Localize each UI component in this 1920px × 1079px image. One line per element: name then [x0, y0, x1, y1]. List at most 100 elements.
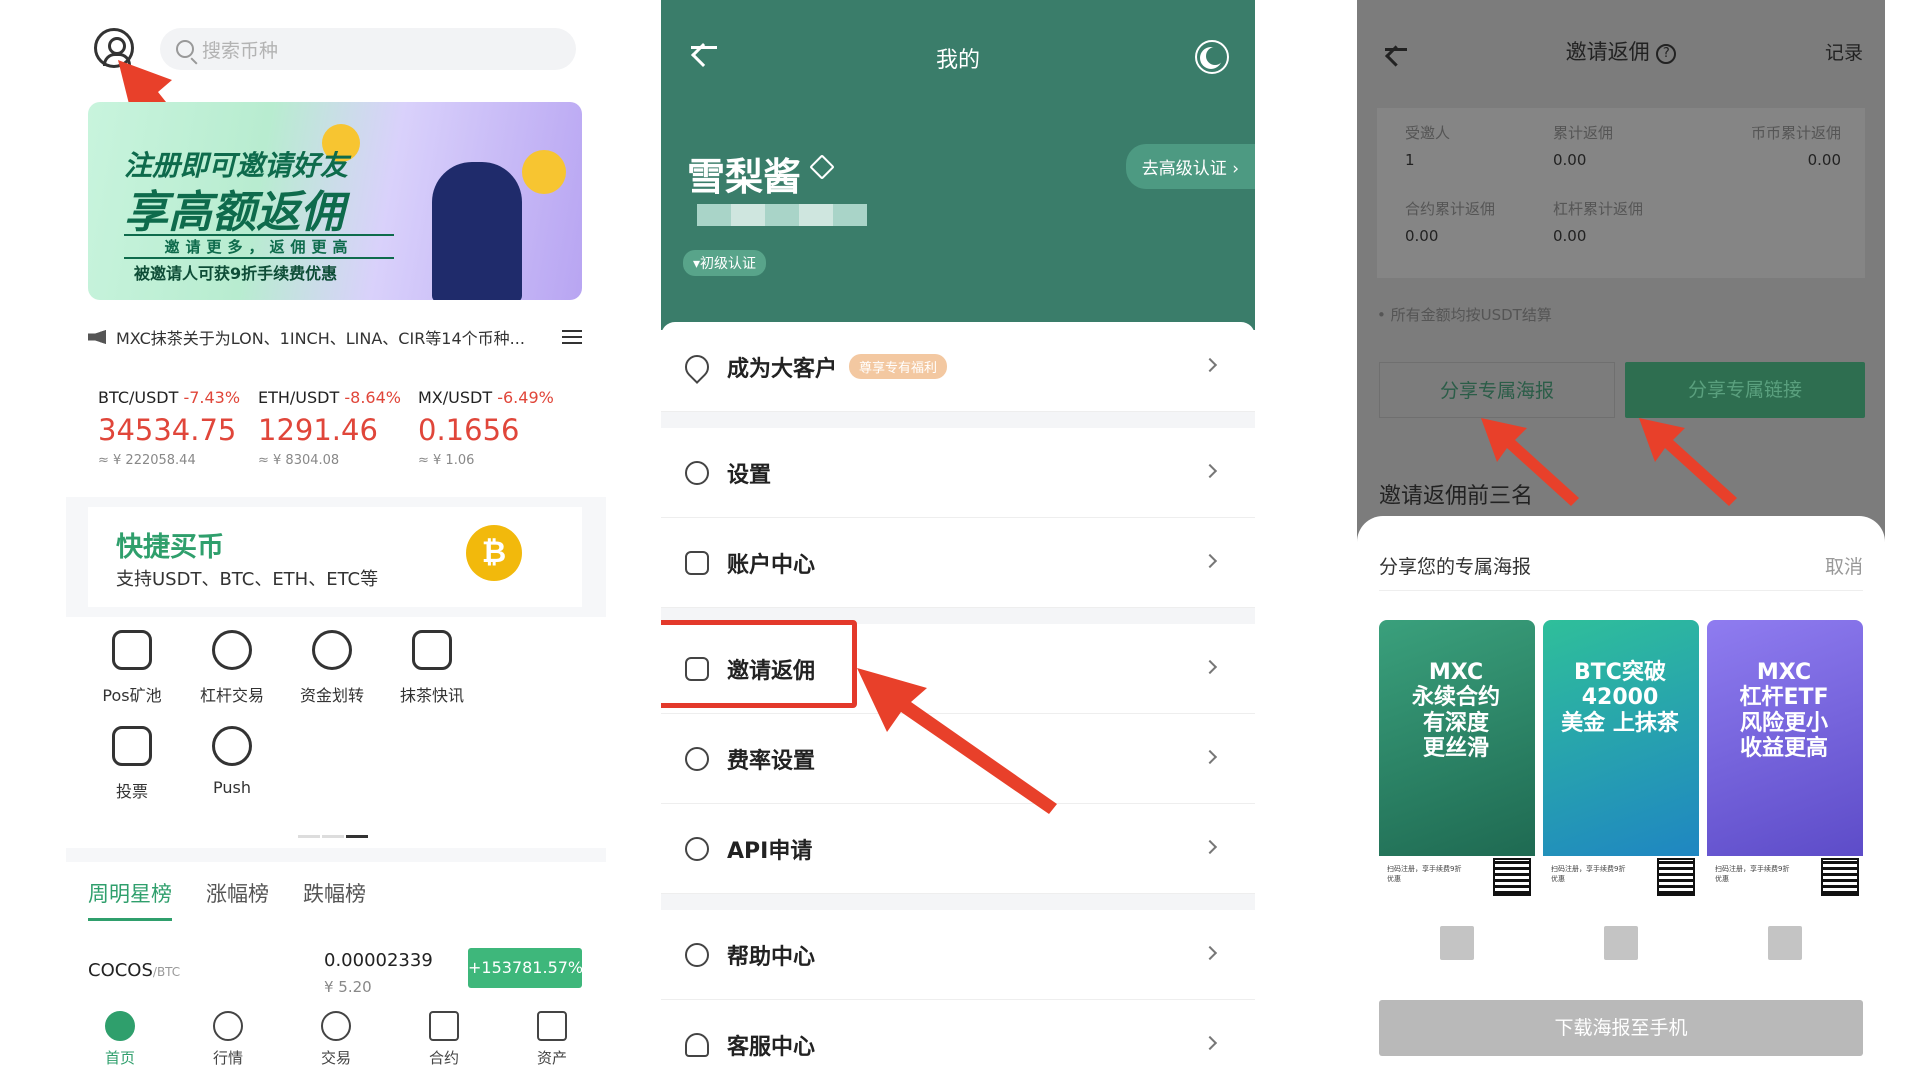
- promo-banner[interactable]: 注册即可邀请好友 享高额返佣 邀请更多，返佣更高 被邀请人可获9折手续费优惠: [88, 102, 582, 300]
- profile-screen: 我的 雪梨酱 ▾初级认证 去高级认证 › 成为大客户 尊享专有福利 设置 账户中…: [661, 0, 1255, 1079]
- nav-market[interactable]: 行情: [212, 1011, 243, 1068]
- ticker-btc[interactable]: BTC/USDT -7.43% 34534.75 ≈ ¥ 222058.44: [98, 388, 258, 478]
- banner-line3: 邀请更多，返佣更高: [124, 234, 394, 259]
- stat-invitees: 受邀人 1: [1405, 122, 1450, 169]
- share-link-button[interactable]: 分享专属链接: [1625, 362, 1865, 418]
- ticker-mx[interactable]: MX/USDT -6.49% 0.1656 ≈ ¥ 1.06: [418, 388, 578, 478]
- push-icon: [212, 726, 252, 766]
- moon-icon[interactable]: [1195, 40, 1229, 74]
- poster-checkbox-1[interactable]: [1440, 926, 1474, 960]
- profile-header: 我的 雪梨酱 ▾初级认证 去高级认证 ›: [661, 0, 1255, 330]
- qr-code-icon: [1657, 858, 1695, 896]
- poster-checkbox-2[interactable]: [1604, 926, 1638, 960]
- speaker-icon: [88, 330, 106, 344]
- ticker-cny: ≈ ¥ 222058.44: [98, 453, 196, 468]
- market-tickers: BTC/USDT -7.43% 34534.75 ≈ ¥ 222058.44 E…: [98, 388, 578, 478]
- grid-item-news[interactable]: 抹茶快讯: [382, 630, 482, 706]
- grid-label: Pos矿池: [102, 686, 162, 705]
- menu-label: 设置: [727, 462, 772, 488]
- grid-item-margin[interactable]: 杠杆交易: [182, 630, 282, 706]
- title-text: 邀请返佣: [1565, 40, 1650, 64]
- poster-footer: 扫码注册，享手续费9折优惠: [1387, 865, 1462, 883]
- menu-item-support[interactable]: 客服中心: [661, 1000, 1255, 1079]
- share-poster-button[interactable]: 分享专属海报: [1379, 362, 1615, 418]
- stat-label: 合约累计返佣: [1405, 200, 1496, 218]
- quick-buy-card[interactable]: 快捷买币 支持USDT、BTC、ETH、ETC等 ₿: [88, 507, 582, 607]
- ranking-tabs: 周明星榜 涨幅榜 跌幅榜: [88, 878, 366, 921]
- download-poster-button[interactable]: 下载海报至手机: [1379, 1000, 1863, 1056]
- page-title: 我的: [935, 48, 980, 73]
- ticker-pair: ETH/USDT: [258, 388, 340, 407]
- records-link[interactable]: 记录: [1825, 38, 1863, 65]
- stat-label: 受邀人: [1405, 124, 1451, 142]
- advanced-verification-button[interactable]: 去高级认证 ›: [1125, 144, 1255, 189]
- stat-value: 0.00: [1553, 151, 1587, 169]
- poster-option-1[interactable]: MXC 永续合约 有深度 更丝滑 扫码注册，享手续费9折优惠: [1379, 620, 1535, 914]
- page-title: 邀请返佣 ?: [1357, 36, 1885, 66]
- bottom-nav: 首页 行情 交易 合约 资产: [66, 1000, 606, 1079]
- chevron-right-icon: [1202, 1035, 1218, 1051]
- row-symbol: COCOS/BTC: [88, 960, 180, 981]
- row-name: COCOS: [88, 960, 153, 981]
- grid-item-transfer[interactable]: 资金划转: [282, 630, 382, 706]
- banner-line4: 被邀请人可获9折手续费优惠: [134, 264, 338, 283]
- piggy-bank-icon: [112, 630, 152, 670]
- grid-item-vote[interactable]: 投票: [82, 726, 182, 802]
- nav-contract[interactable]: 合约: [428, 1011, 459, 1068]
- poster-checkbox-3[interactable]: [1768, 926, 1802, 960]
- nav-home[interactable]: 首页: [104, 1011, 135, 1068]
- rate-icon: [685, 746, 709, 771]
- headset-icon: [685, 1032, 709, 1057]
- tab-weekly-stars[interactable]: 周明星榜: [88, 878, 172, 921]
- feature-grid: Pos矿池 杠杆交易 资金划转 抹茶快讯 投票 Push: [66, 630, 606, 820]
- chevron-right-icon: [1202, 945, 1218, 961]
- poster-option-2[interactable]: BTC突破 42000 美金 上抹茶 扫码注册，享手续费9折优惠: [1543, 620, 1699, 914]
- quick-buy-title: 快捷买币: [116, 532, 224, 563]
- nav-assets[interactable]: 资产: [536, 1011, 567, 1068]
- nav-label: 行情: [212, 1049, 243, 1067]
- menu-item-help[interactable]: 帮助中心: [661, 910, 1255, 1000]
- cancel-button[interactable]: 取消: [1825, 552, 1863, 579]
- ticker-change: -7.43%: [183, 388, 241, 407]
- news-ticker[interactable]: MXC抹茶关于为LON、1INCH、LINA、CIR等14个币种...: [88, 322, 582, 352]
- chevron-right-icon: [1202, 659, 1218, 675]
- grid-label: 杠杆交易: [199, 686, 264, 705]
- ticker-eth[interactable]: ETH/USDT -8.64% 1291.46 ≈ ¥ 8304.08: [258, 388, 418, 478]
- ticker-change: -8.64%: [344, 388, 401, 407]
- menu-item-api[interactable]: API申请: [661, 804, 1255, 894]
- kyc-label: 去高级认证 ›: [1141, 159, 1239, 179]
- banner-line2: 享高额返佣: [124, 187, 344, 238]
- tab-losers[interactable]: 跌幅榜: [303, 878, 366, 921]
- menu-item-account[interactable]: 账户中心: [661, 518, 1255, 608]
- stat-label: 杠杆累计返佣: [1553, 200, 1644, 218]
- table-row[interactable]: COCOS/BTC 0.00002339 ¥ 5.20 +153781.57%: [88, 948, 583, 1008]
- menu-item-settings[interactable]: 设置: [661, 428, 1255, 518]
- menu-item-vip[interactable]: 成为大客户 尊享专有福利: [661, 322, 1255, 412]
- sheet-title: 分享您的专属海报: [1379, 556, 1532, 578]
- poster-option-3[interactable]: MXC 杠杆ETF 风险更小 收益更高 扫码注册，享手续费9折优惠: [1707, 620, 1863, 914]
- username: 雪梨酱: [687, 155, 802, 199]
- ticker-price: 1291.46: [258, 413, 378, 447]
- tab-gainers[interactable]: 涨幅榜: [206, 878, 269, 921]
- search-input[interactable]: 搜索币种: [160, 28, 576, 70]
- gear-icon: [685, 460, 709, 485]
- exchange-icon: [320, 1011, 351, 1041]
- nav-trade[interactable]: 交易: [320, 1011, 351, 1068]
- stat-label: 币币累计返佣: [1750, 124, 1841, 142]
- search-icon: [176, 40, 194, 58]
- poster-art: BTC突破 42000 美金 上抹茶: [1543, 620, 1699, 856]
- grid-item-pos[interactable]: Pos矿池: [82, 630, 182, 706]
- link-icon: [685, 836, 709, 861]
- edit-pencil-icon[interactable]: [809, 154, 835, 180]
- menu-label: 成为大客户: [727, 356, 838, 382]
- nav-label: 首页: [104, 1049, 135, 1067]
- home-screen: 搜索币种 注册即可邀请好友 享高额返佣 邀请更多，返佣更高 被邀请人可获9折手续…: [66, 0, 606, 1079]
- list-menu-icon[interactable]: [562, 330, 582, 344]
- heart-icon: [685, 942, 709, 967]
- row-change-badge: +153781.57%: [468, 948, 583, 988]
- grid-item-push[interactable]: Push: [182, 726, 282, 797]
- help-circle-icon[interactable]: ?: [1656, 44, 1677, 64]
- row-price: 0.00002339: [324, 950, 433, 971]
- stat-margin: 杠杆累计返佣 0.00: [1553, 198, 1643, 245]
- divider: [1379, 590, 1863, 591]
